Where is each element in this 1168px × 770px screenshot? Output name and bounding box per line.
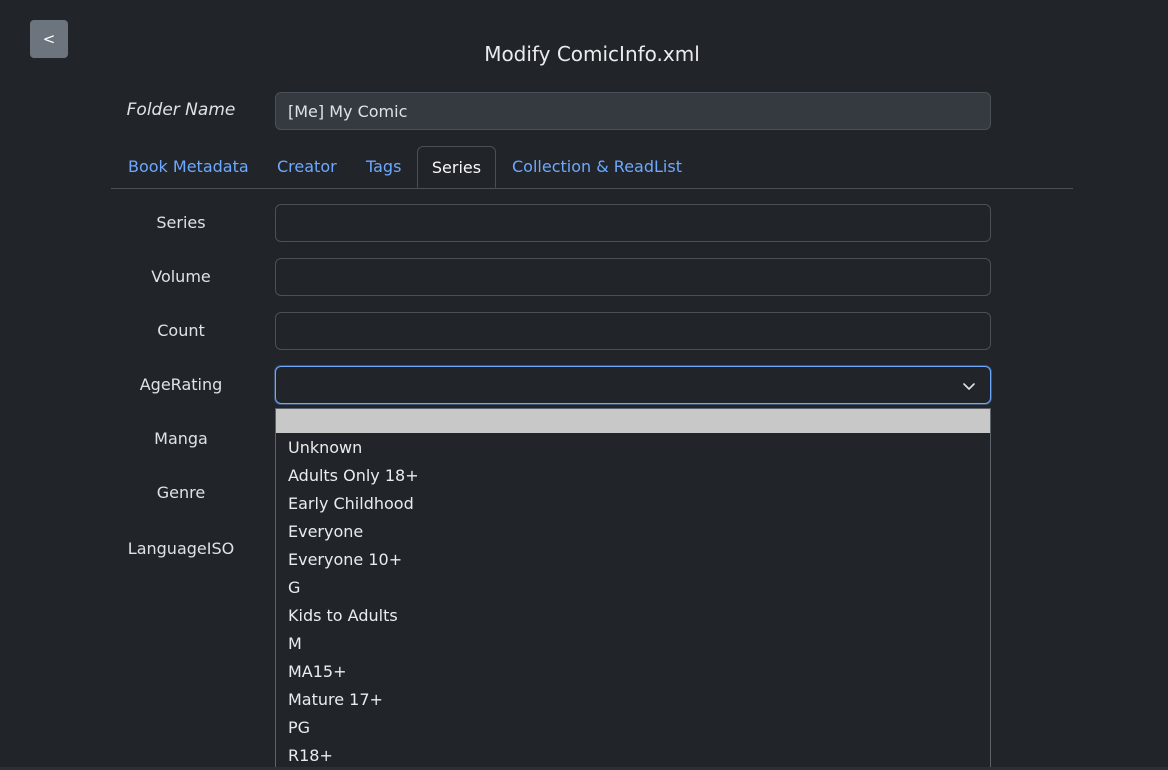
- age-rating-option-kids-to-adults[interactable]: Kids to Adults: [276, 602, 990, 630]
- language-iso-label: LanguageISO: [127, 539, 235, 558]
- age-rating-option-g[interactable]: G: [276, 574, 990, 602]
- age-rating-option-everyone[interactable]: Everyone: [276, 518, 990, 546]
- volume-input[interactable]: [275, 258, 991, 296]
- age-rating-option-adults-only-18[interactable]: Adults Only 18+: [276, 462, 990, 490]
- age-rating-option-everyone-10[interactable]: Everyone 10+: [276, 546, 990, 574]
- age-rating-select[interactable]: [275, 366, 991, 404]
- series-label: Series: [156, 213, 206, 232]
- genre-label: Genre: [156, 483, 206, 502]
- series-input[interactable]: [275, 204, 991, 242]
- age-rating-option-blank[interactable]: [276, 409, 990, 433]
- age-rating-option-r18[interactable]: R18+: [276, 742, 990, 770]
- tab-series[interactable]: Series: [417, 146, 496, 188]
- age-rating-label: AgeRating: [139, 375, 223, 394]
- manga-label: Manga: [154, 429, 208, 448]
- age-rating-option-m[interactable]: M: [276, 630, 990, 658]
- count-input[interactable]: [275, 312, 991, 350]
- age-rating-option-ma15[interactable]: MA15+: [276, 658, 990, 686]
- tab-creator[interactable]: Creator: [277, 146, 337, 187]
- page: < Modify ComicInfo.xml Folder Name [Me] …: [0, 0, 1168, 770]
- age-rating-option-mature-17[interactable]: Mature 17+: [276, 686, 990, 714]
- page-title: Modify ComicInfo.xml: [484, 42, 700, 66]
- volume-label: Volume: [151, 267, 211, 286]
- tab-tags[interactable]: Tags: [366, 146, 401, 187]
- tab-collection-readlist[interactable]: Collection & ReadList: [512, 146, 682, 187]
- count-label: Count: [157, 321, 205, 340]
- tab-book-metadata[interactable]: Book Metadata: [128, 146, 249, 187]
- age-rating-option-pg[interactable]: PG: [276, 714, 990, 742]
- age-rating-option-early-childhood[interactable]: Early Childhood: [276, 490, 990, 518]
- tab-bar: Book Metadata Creator Tags Series Collec…: [111, 146, 1073, 189]
- folder-name-label: Folder Name: [126, 100, 236, 120]
- folder-name-input[interactable]: [Me] My Comic: [275, 92, 991, 130]
- age-rating-option-unknown[interactable]: Unknown: [276, 434, 990, 462]
- age-rating-dropdown: Unknown Adults Only 18+ Early Childhood …: [275, 408, 991, 770]
- chevron-down-icon: [963, 383, 975, 390]
